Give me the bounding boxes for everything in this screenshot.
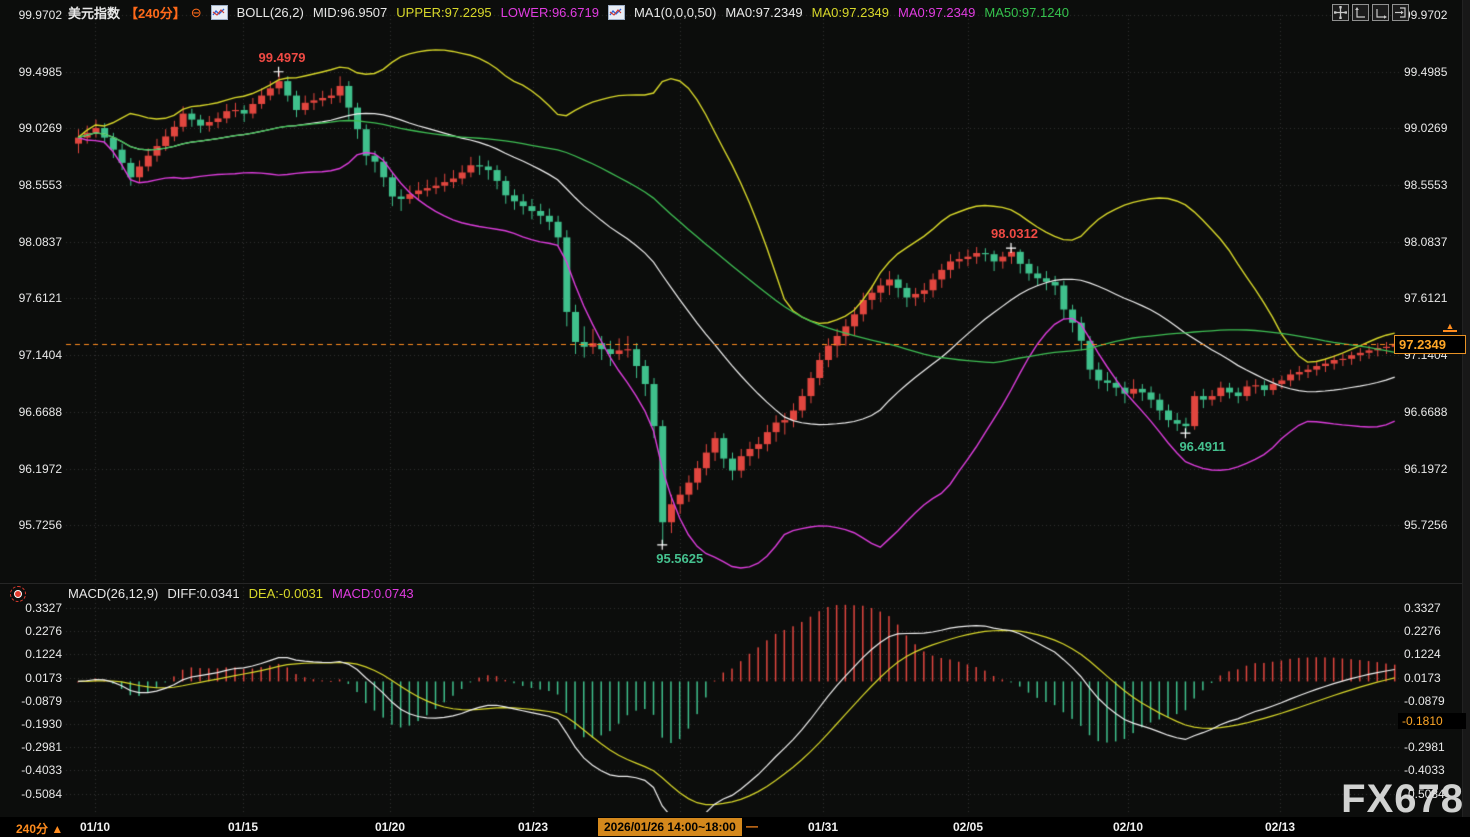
price-axis-label-right: 98.0837: [1404, 235, 1466, 249]
time-axis-label: 01/15: [213, 820, 273, 834]
macd-legend: MACD(26,12,9) DIFF:0.0341 DEA:-0.0031 MA…: [68, 586, 414, 601]
macd-axis-label-left: -0.4033: [0, 763, 62, 777]
macd-axis-label-right: 0.0173: [1404, 671, 1466, 685]
time-axis-label: 01/23: [503, 820, 563, 834]
macd-axis-label-left: 0.1224: [0, 647, 62, 661]
ma-chart-icon: [608, 5, 625, 20]
ma0-yellow-value: MA0:97.2349: [812, 5, 889, 20]
macd-axis-label-right: -0.0879: [1404, 694, 1466, 708]
macd-diff-value: DIFF:0.0341: [167, 586, 239, 601]
boll-chart-icon: [211, 5, 228, 20]
macd-hist-value: MACD:0.0743: [332, 586, 414, 601]
price-axis-label-right: 99.4985: [1404, 65, 1466, 79]
boll-upper-value: UPPER:97.2295: [396, 5, 491, 20]
price-axis-label-right: 96.6688: [1404, 405, 1466, 419]
macd-label: MACD(26,12,9): [68, 586, 158, 601]
macd-axis-label-right: 0.2276: [1404, 624, 1466, 638]
price-axis-label-right: 97.6121: [1404, 291, 1466, 305]
symbol-name: 美元指数: [68, 3, 120, 22]
macd-axis-label-left: 0.3327: [0, 601, 62, 615]
time-axis-label: 02/13: [1250, 820, 1310, 834]
price-up-arrow-icon: ▲: [1443, 322, 1457, 332]
x-axis-scale-icon[interactable]: [1372, 4, 1389, 21]
macd-axis-label-left: -0.0879: [0, 694, 62, 708]
panel-divider: [0, 583, 1470, 584]
price-axis-label-left: 96.6688: [0, 405, 62, 419]
timeframe-label[interactable]: 240分 ▲: [16, 820, 63, 837]
price-axis-label-left: 95.7256: [0, 518, 62, 532]
time-axis-label: 02/10: [1098, 820, 1158, 834]
macd-axis-label-left: 0.0173: [0, 671, 62, 685]
collapse-icon[interactable]: ⊖: [191, 5, 202, 21]
period-selector[interactable]: 【240分】: [125, 3, 186, 22]
price-axis-label-left: 97.1404: [0, 348, 62, 362]
boll-mid-value: MID:96.9507: [313, 5, 387, 20]
price-axis-label-left: 97.6121: [0, 291, 62, 305]
price-axis-label-left: 96.1972: [0, 462, 62, 476]
price-annotation: 99.4979: [259, 50, 306, 65]
price-annotation: 98.0312: [991, 226, 1038, 241]
price-annotation: 95.5625: [656, 551, 703, 566]
chart-window: 美元指数 【240分】 ⊖ BOLL(26,2) MID:96.9507 UPP…: [0, 0, 1470, 837]
time-axis-label: 01/31: [793, 820, 853, 834]
y-axis-scale-icon[interactable]: [1352, 4, 1369, 21]
last-price-badge: 97.2349: [1394, 335, 1466, 354]
price-axis-label-right: 99.0269: [1404, 121, 1466, 135]
chart-toolbar: [1332, 4, 1409, 21]
indicator-record-icon[interactable]: [10, 586, 26, 602]
macd-axis-label-right: 0.3327: [1404, 601, 1466, 615]
time-cursor-dash: —: [746, 819, 758, 833]
price-axis-label-left: 99.9702: [0, 8, 62, 22]
price-axis-label-right: 98.5553: [1404, 178, 1466, 192]
ma0-white-value: MA0:97.2349: [725, 5, 802, 20]
move-chart-icon[interactable]: [1332, 4, 1349, 21]
price-axis-label-right: 99.9702: [1404, 8, 1466, 22]
time-axis-label: 01/10: [65, 820, 125, 834]
time-axis-bar: 240分 ▲ 01/10 01/15 01/20 01/23 01/31 02/05 02/…: [0, 817, 1470, 837]
watermark: FX678: [1341, 777, 1464, 822]
ma50-value: MA50:97.1240: [984, 5, 1069, 20]
macd-axis-label-right: -0.4033: [1404, 763, 1466, 777]
price-annotation: 96.4911: [1179, 439, 1225, 454]
ma-label: MA1(0,0,0,50): [634, 5, 716, 20]
boll-lower-value: LOWER:96.6719: [501, 5, 599, 20]
macd-dea-value: DEA:-0.0031: [249, 586, 323, 601]
price-axis-label-left: 98.0837: [0, 235, 62, 249]
boll-label: BOLL(26,2): [237, 5, 304, 20]
price-chart-canvas[interactable]: [0, 0, 1470, 837]
time-axis-label: 01/20: [360, 820, 420, 834]
macd-axis-label-left: -0.5084: [0, 787, 62, 801]
price-axis-label-left: 98.5553: [0, 178, 62, 192]
price-legend: 美元指数 【240分】 ⊖ BOLL(26,2) MID:96.9507 UPP…: [68, 3, 1069, 22]
ma0-magenta-value: MA0:97.2349: [898, 5, 975, 20]
price-axis-label-right: 95.7256: [1404, 518, 1466, 532]
macd-axis-label-left: -0.2981: [0, 740, 62, 754]
macd-axis-label-right: 0.1224: [1404, 647, 1466, 661]
macd-axis-label-left: -0.1930: [0, 717, 62, 731]
macd-axis-label-right: -0.2981: [1404, 740, 1466, 754]
price-axis-label-right: 96.1972: [1404, 462, 1466, 476]
selected-time-badge: 2026/01/26 14:00~18:00: [598, 818, 742, 836]
macd-value-badge: -0.1810: [1398, 713, 1466, 729]
time-axis-label: 02/05: [938, 820, 998, 834]
macd-axis-label-left: 0.2276: [0, 624, 62, 638]
exit-chart-icon[interactable]: [1392, 4, 1409, 21]
price-axis-label-left: 99.4985: [0, 65, 62, 79]
price-axis-label-left: 99.0269: [0, 121, 62, 135]
